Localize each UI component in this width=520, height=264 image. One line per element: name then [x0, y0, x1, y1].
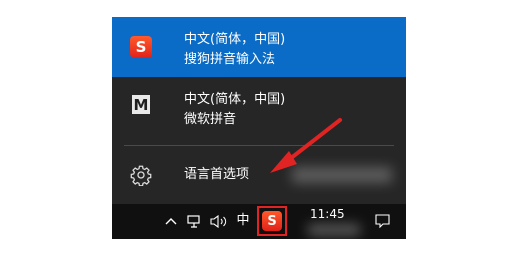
annotation-arrow [270, 118, 342, 173]
